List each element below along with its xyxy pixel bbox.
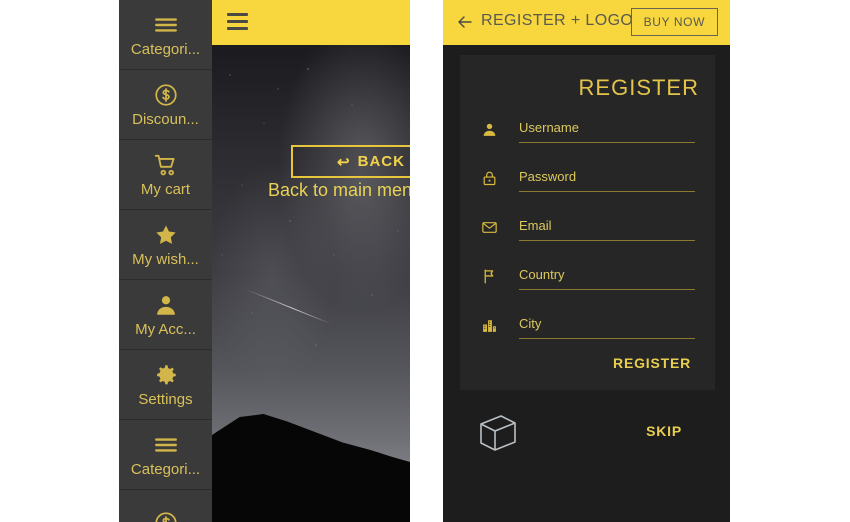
- gear-icon: [153, 362, 179, 388]
- sidebar-item-categori[interactable]: Categori...: [119, 0, 212, 70]
- person-icon: [480, 120, 498, 138]
- dollar-coin-icon: [153, 82, 179, 108]
- sidebar-item-label: Categori...: [130, 42, 201, 57]
- star-icon: [153, 222, 179, 248]
- envelope-icon: [480, 218, 498, 236]
- sidebar-item-label: My Acc...: [135, 322, 196, 337]
- field-row-email: [480, 215, 695, 245]
- photo-panel: ↩ BACK Back to main menu: [212, 0, 410, 522]
- arrow-left-icon[interactable]: [456, 13, 474, 31]
- field-row-city: [480, 313, 695, 343]
- page-title: REGISTER + LOGO: [481, 12, 634, 29]
- flag-icon: [480, 267, 498, 285]
- back-button-label: BACK: [357, 153, 405, 170]
- skip-button[interactable]: SKIP: [640, 422, 688, 440]
- sidebar-item-settings[interactable]: Settings: [119, 350, 212, 420]
- dollar-coin-icon: [153, 510, 179, 522]
- username-input[interactable]: [519, 117, 695, 143]
- form-title: REGISTER: [578, 75, 699, 100]
- sidebar-item-label: Categori...: [130, 462, 201, 477]
- register-panel: REGISTER + LOGO BUY NOW REGISTER REGISTE…: [443, 0, 730, 522]
- sidebar-item-categori[interactable]: Categori...: [119, 420, 212, 490]
- back-caption: Back to main menu: [268, 180, 410, 200]
- sidebar-item-partial-7[interactable]: [119, 490, 212, 522]
- mountain-silhouette: [212, 414, 410, 522]
- sidebar-item-my-wish[interactable]: My wish...: [119, 210, 212, 280]
- lock-icon: [480, 169, 498, 187]
- buy-now-button[interactable]: BUY NOW: [630, 8, 718, 36]
- register-topbar: REGISTER + LOGO BUY NOW: [443, 0, 730, 45]
- sidebar-item-discoun[interactable]: Discoun...: [119, 70, 212, 140]
- field-row-country: [480, 264, 695, 294]
- field-row-username: [480, 117, 695, 147]
- cube-icon: [475, 410, 521, 456]
- password-input[interactable]: [519, 166, 695, 192]
- hamburger-icon: [153, 432, 179, 458]
- sidebar-item-label: My cart: [140, 182, 191, 197]
- sidebar-item-label: Settings: [138, 392, 193, 407]
- register-submit-button[interactable]: REGISTER: [607, 354, 697, 372]
- sidebar-item-label: Discoun...: [132, 112, 199, 127]
- hamburger-icon[interactable]: [227, 13, 248, 30]
- person-icon: [153, 292, 179, 318]
- night-sky-background-image: [212, 45, 410, 522]
- shopping-cart-icon: [153, 152, 179, 178]
- screenshot-stage: Categori... Discoun... My cart My wish... My…: [0, 0, 850, 522]
- hamburger-icon: [153, 12, 179, 38]
- country-input[interactable]: [519, 264, 695, 290]
- city-icon: [480, 316, 498, 334]
- sidebar-panel: Categori... Discoun... My cart My wish... My…: [119, 0, 212, 522]
- arrow-return-icon: ↩: [337, 153, 351, 171]
- register-form-card: REGISTER REGISTER: [460, 55, 715, 390]
- sidebar-item-label: My wish...: [132, 252, 199, 267]
- sidebar-item-my-cart[interactable]: My cart: [119, 140, 212, 210]
- meteor-streak: [245, 289, 332, 325]
- photo-topbar: [212, 0, 410, 45]
- sidebar-item-my-acc[interactable]: My Acc...: [119, 280, 212, 350]
- email-input[interactable]: [519, 215, 695, 241]
- city-input[interactable]: [519, 313, 695, 339]
- back-button[interactable]: ↩ BACK: [291, 145, 410, 178]
- field-row-password: [480, 166, 695, 196]
